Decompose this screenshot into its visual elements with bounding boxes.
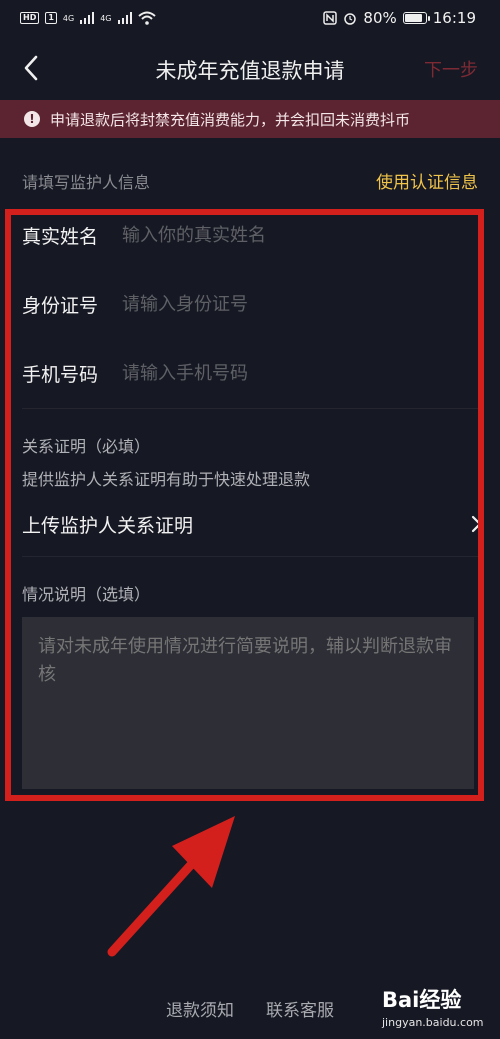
warning-banner: ! 申请退款后将封禁充值消费能力，并会扣回未消费抖币 (0, 100, 500, 138)
next-step-button[interactable]: 下一步 (424, 56, 478, 82)
clock-time: 16:19 (432, 9, 476, 27)
signal-4g-1: 4G (62, 13, 75, 23)
highlight-frame (5, 209, 484, 801)
status-right: 80% 16:19 (323, 9, 476, 27)
battery-icon (402, 12, 430, 24)
status-bar: HD 1 4G 4G 80% 16:19 (0, 0, 500, 36)
alarm-icon (344, 13, 357, 25)
watermark-brand: Bai经验 (382, 988, 462, 1012)
use-cert-info-button[interactable]: 使用认证信息 (376, 168, 478, 193)
signal-4g-2: 4G (100, 13, 112, 23)
nfc-icon (323, 11, 338, 25)
warning-text: 申请退款后将封禁充值消费能力，并会扣回未消费抖币 (50, 110, 411, 129)
hd-badge: HD (20, 12, 40, 24)
baidu-jingyan-logo: Bai经验 jingyan.baidu.com (382, 984, 484, 1029)
status-left: HD 1 4G 4G (20, 11, 156, 25)
sim-badge: 1 (45, 12, 57, 24)
signal-bars-icon (117, 12, 132, 24)
battery-percent: 80% (363, 9, 397, 27)
contact-service-link[interactable]: 联系客服 (266, 996, 334, 1021)
refund-notice-link[interactable]: 退款须知 (166, 996, 234, 1021)
watermark-url: jingyan.baidu.com (382, 1016, 484, 1029)
exclamation-icon: ! (24, 111, 40, 127)
wifi-icon (137, 11, 156, 25)
guardian-section-label: 请填写监护人信息 (22, 173, 151, 192)
nav-bar: 未成年充值退款申请 下一步 (0, 44, 500, 92)
signal-bars-icon (80, 12, 95, 24)
annotation-arrow-icon (107, 816, 235, 957)
